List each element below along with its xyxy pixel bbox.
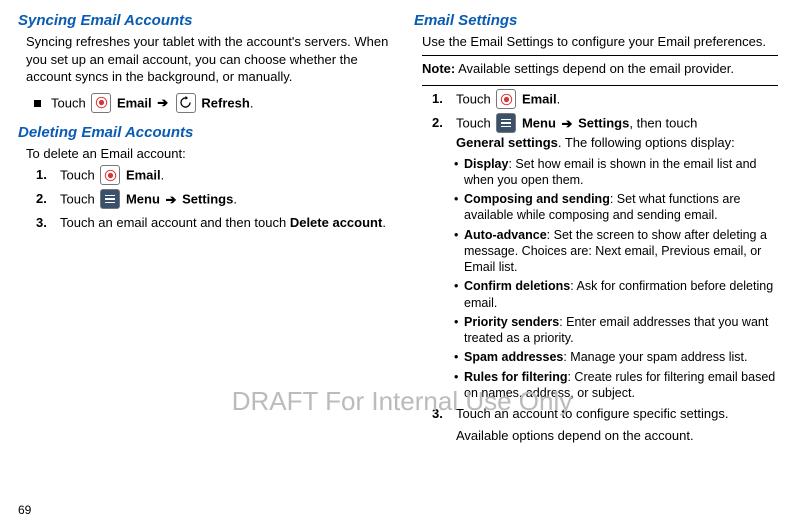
- step-number: 2.: [36, 190, 50, 210]
- step-number: 1.: [432, 90, 446, 110]
- opt-composing: Composing and sending: Set what function…: [454, 191, 786, 224]
- opt-rules-filtering: Rules for filtering: Create rules for fi…: [454, 369, 786, 402]
- heading-deleting: Deleting Email Accounts: [18, 124, 390, 141]
- settings-steps-cont: 3. Touch an account to configure specifi…: [432, 405, 786, 423]
- delete-step-3: 3. Touch an email account and then touch…: [36, 214, 390, 232]
- opt-label: Composing and sending: [464, 192, 610, 206]
- para-delete-intro: To delete an Email account:: [26, 145, 390, 163]
- opt-desc: : Manage your spam address list.: [563, 350, 747, 364]
- step-number: 3.: [432, 405, 446, 423]
- opt-desc: : Set how email is shown in the email li…: [464, 157, 757, 187]
- general-settings-options: Display: Set how email is shown in the e…: [454, 156, 786, 402]
- step2-tail: . The following options display:: [558, 135, 735, 150]
- page-number: 69: [18, 503, 31, 517]
- settings-step-2: 2. Touch Menu ➔ Settings, then touch Gen…: [432, 114, 786, 152]
- label-delete-account: Delete account: [290, 215, 382, 230]
- step-text: Touch an account to configure specific s…: [456, 405, 728, 423]
- settings-step-3: 3. Touch an account to configure specifi…: [432, 405, 786, 423]
- para-settings-intro: Use the Email Settings to configure your…: [422, 33, 786, 51]
- label-email: Email: [117, 95, 152, 110]
- opt-label: Spam addresses: [464, 350, 563, 364]
- label-email: Email: [522, 92, 557, 107]
- delete-step-1: 1. Touch Email.: [36, 166, 390, 186]
- delete-step-2: 2. Touch Menu ➔ Settings.: [36, 190, 390, 210]
- page-content: Syncing Email Accounts Syncing refreshes…: [0, 0, 804, 444]
- delete-steps: 1. Touch Email. 2. Touch Menu ➔: [36, 166, 390, 232]
- word-touch: Touch: [60, 192, 95, 207]
- opt-priority-senders: Priority senders: Enter email addresses …: [454, 314, 786, 347]
- arrow-icon: ➔: [164, 192, 179, 207]
- label-email: Email: [126, 168, 161, 183]
- left-column: Syncing Email Accounts Syncing refreshes…: [18, 12, 390, 444]
- step-text: Touch Menu ➔ Settings, then touch Genera…: [456, 114, 735, 152]
- opt-label: Auto-advance: [464, 228, 547, 242]
- label-general-settings: General settings: [456, 135, 558, 150]
- label-menu: Menu: [126, 192, 160, 207]
- step-text: Touch Email.: [456, 90, 560, 110]
- settings-steps: 1. Touch Email. 2. Touch Menu ➔: [432, 90, 786, 152]
- step3-part-a: Touch an email account and then touch: [60, 215, 290, 230]
- step-text: Touch Menu ➔ Settings.: [60, 190, 237, 210]
- note-text: Available settings depend on the email p…: [455, 61, 734, 76]
- settings-step-1: 1. Touch Email.: [432, 90, 786, 110]
- opt-spam-addresses: Spam addresses: Manage your spam address…: [454, 349, 786, 365]
- arrow-icon: ➔: [560, 116, 575, 131]
- period: .: [250, 95, 254, 110]
- opt-confirm-deletions: Confirm deletions: Ask for confirmation …: [454, 278, 786, 311]
- word-touch: Touch: [51, 95, 86, 110]
- opt-label: Display: [464, 157, 508, 171]
- menu-icon: [496, 113, 516, 133]
- bullet-sync-text: Touch Email ➔ Refresh.: [51, 94, 253, 114]
- opt-label: Priority senders: [464, 315, 559, 329]
- word-touch: Touch: [456, 116, 491, 131]
- label-settings: Settings: [578, 116, 629, 131]
- step3-after: Available options depend on the account.: [456, 427, 786, 445]
- step-number: 2.: [432, 114, 446, 152]
- refresh-icon: [176, 93, 196, 113]
- step-number: 1.: [36, 166, 50, 186]
- right-column: Email Settings Use the Email Settings to…: [414, 12, 786, 444]
- label-menu: Menu: [522, 116, 556, 131]
- bullet-sync-touch: Touch Email ➔ Refresh.: [34, 94, 390, 114]
- note-divider-bottom: [422, 85, 778, 86]
- email-icon: [100, 165, 120, 185]
- note-divider-top: [422, 55, 778, 56]
- heading-email-settings: Email Settings: [414, 12, 786, 29]
- label-refresh: Refresh: [201, 95, 249, 110]
- step2-then: , then touch: [629, 116, 697, 131]
- square-bullet-icon: [34, 100, 41, 107]
- opt-label: Confirm deletions: [464, 279, 570, 293]
- opt-auto-advance: Auto-advance: Set the screen to show aft…: [454, 227, 786, 276]
- step-number: 3.: [36, 214, 50, 232]
- menu-icon: [100, 189, 120, 209]
- word-touch: Touch: [456, 92, 491, 107]
- label-settings: Settings: [182, 192, 233, 207]
- word-touch: Touch: [60, 168, 95, 183]
- step-text: Touch an email account and then touch De…: [60, 214, 386, 232]
- note-line: Note: Available settings depend on the e…: [422, 60, 786, 78]
- note-label: Note:: [422, 61, 455, 76]
- email-icon: [496, 89, 516, 109]
- step-text: Touch Email.: [60, 166, 164, 186]
- step3-part-c: .: [382, 215, 386, 230]
- heading-syncing: Syncing Email Accounts: [18, 12, 390, 29]
- para-syncing: Syncing refreshes your tablet with the a…: [26, 33, 390, 86]
- arrow-icon: ➔: [155, 95, 170, 110]
- opt-label: Rules for filtering: [464, 370, 567, 384]
- email-icon: [91, 93, 111, 113]
- opt-display: Display: Set how email is shown in the e…: [454, 156, 786, 189]
